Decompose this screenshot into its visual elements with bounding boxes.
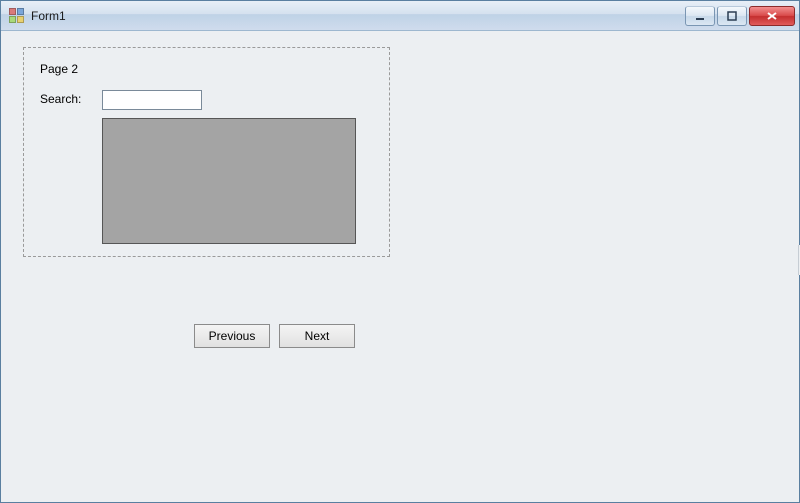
close-icon (766, 11, 778, 21)
titlebar[interactable]: Form1 (1, 1, 799, 31)
dashed-panel: Page 2 Search: (23, 47, 390, 257)
maximize-icon (727, 11, 737, 21)
results-placeholder (102, 118, 356, 244)
maximize-button[interactable] (717, 6, 747, 26)
window-controls (685, 6, 795, 26)
minimize-button[interactable] (685, 6, 715, 26)
page-label: Page 2 (40, 62, 78, 76)
search-input[interactable] (102, 90, 202, 110)
window-title: Form1 (31, 9, 66, 23)
window-frame: Form1 Page 2 Search: Previous Next (0, 0, 800, 503)
close-button[interactable] (749, 6, 795, 26)
next-button[interactable]: Next (279, 324, 355, 348)
app-icon (9, 8, 25, 24)
search-label: Search: (40, 92, 81, 106)
client-area: Page 2 Search: Previous Next (1, 31, 799, 502)
minimize-icon (695, 11, 705, 21)
previous-button[interactable]: Previous (194, 324, 270, 348)
